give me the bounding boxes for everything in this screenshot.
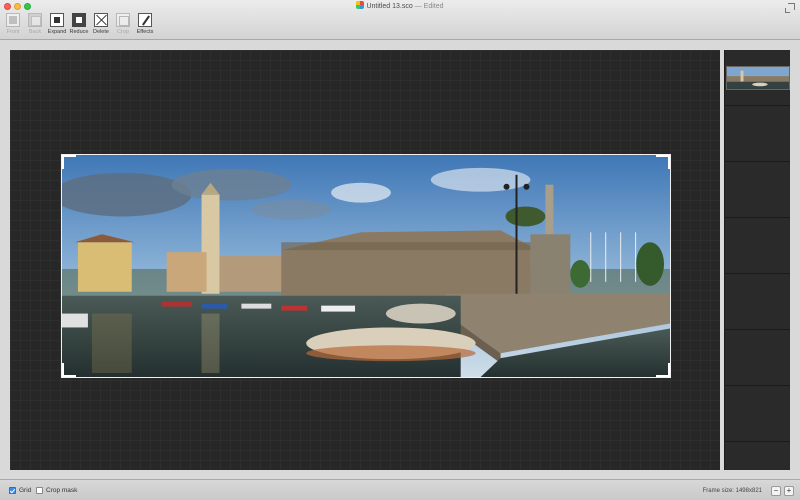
filmstrip-slot[interactable]: [725, 218, 790, 274]
crop-label: Crop: [117, 29, 129, 35]
crop-corner-top-right[interactable]: [656, 155, 670, 169]
delete-label: Delete: [93, 29, 109, 35]
filmstrip-slot[interactable]: [725, 330, 790, 386]
crop-button[interactable]: Crop: [112, 13, 134, 35]
delete-icon: [94, 13, 108, 27]
crop-mask-checkbox-label: Crop mask: [46, 487, 78, 494]
zoom-out-button[interactable]: −: [771, 486, 781, 496]
reduce-icon: [72, 13, 86, 27]
window-title-text: Untitled 13.sco: [366, 3, 413, 10]
crop-mask-checkbox-box[interactable]: [36, 487, 43, 494]
send-back-icon: [28, 13, 42, 27]
front-label: Front: [6, 29, 20, 35]
status-bar: Grid Crop mask Frame size: 1498x821 − +: [0, 479, 800, 500]
filmstrip-slot[interactable]: [725, 386, 790, 442]
crop-mask-checkbox[interactable]: Crop mask: [36, 487, 77, 494]
grid-checkbox-box[interactable]: [9, 487, 16, 494]
filmstrip-slot[interactable]: [725, 106, 790, 162]
effects-icon: [138, 13, 152, 27]
zoom-in-button[interactable]: +: [784, 486, 794, 496]
window-title: Untitled 13.sco — Edited: [0, 1, 800, 12]
front-button[interactable]: Front: [2, 13, 24, 35]
grid-checkbox[interactable]: Grid: [9, 487, 31, 494]
reduce-button[interactable]: Reduce: [68, 13, 90, 35]
window-edited-status: — Edited: [412, 3, 444, 10]
fullscreen-icon[interactable]: [785, 3, 795, 13]
document-icon: [356, 1, 365, 9]
toolbar: Front Back Expand Reduce Delete Crop Eff…: [2, 13, 156, 35]
effects-button[interactable]: Effects: [134, 13, 156, 35]
expand-icon: [50, 13, 64, 27]
crop-corner-bottom-left[interactable]: [62, 363, 76, 377]
reduce-label: Reduce: [69, 29, 89, 35]
frame-size-readout: Frame size: 1498x821: [702, 488, 762, 494]
back-button[interactable]: Back: [24, 13, 46, 35]
effects-label: Effects: [136, 29, 154, 35]
title-bar: Untitled 13.sco — Edited Front Back Expa…: [0, 0, 800, 40]
collage-canvas[interactable]: [10, 50, 720, 470]
panorama-photo[interactable]: [61, 154, 671, 378]
thumbnail-filmstrip: [724, 50, 790, 470]
expand-button[interactable]: Expand: [46, 13, 68, 35]
grid-checkbox-label: Grid: [19, 487, 32, 494]
crop-corner-top-left[interactable]: [62, 155, 76, 169]
back-label: Back: [28, 29, 42, 35]
expand-label: Expand: [47, 29, 67, 35]
panorama-harbor-thumbnail[interactable]: [726, 66, 790, 90]
crop-corner-bottom-right[interactable]: [656, 363, 670, 377]
panorama-harbor-image: [62, 155, 670, 377]
filmstrip-slot[interactable]: [725, 274, 790, 330]
filmstrip-slot[interactable]: [725, 162, 790, 218]
crop-icon: [116, 13, 130, 27]
delete-button[interactable]: Delete: [90, 13, 112, 35]
filmstrip-slot[interactable]: [725, 50, 790, 106]
bring-front-icon: [6, 13, 20, 27]
